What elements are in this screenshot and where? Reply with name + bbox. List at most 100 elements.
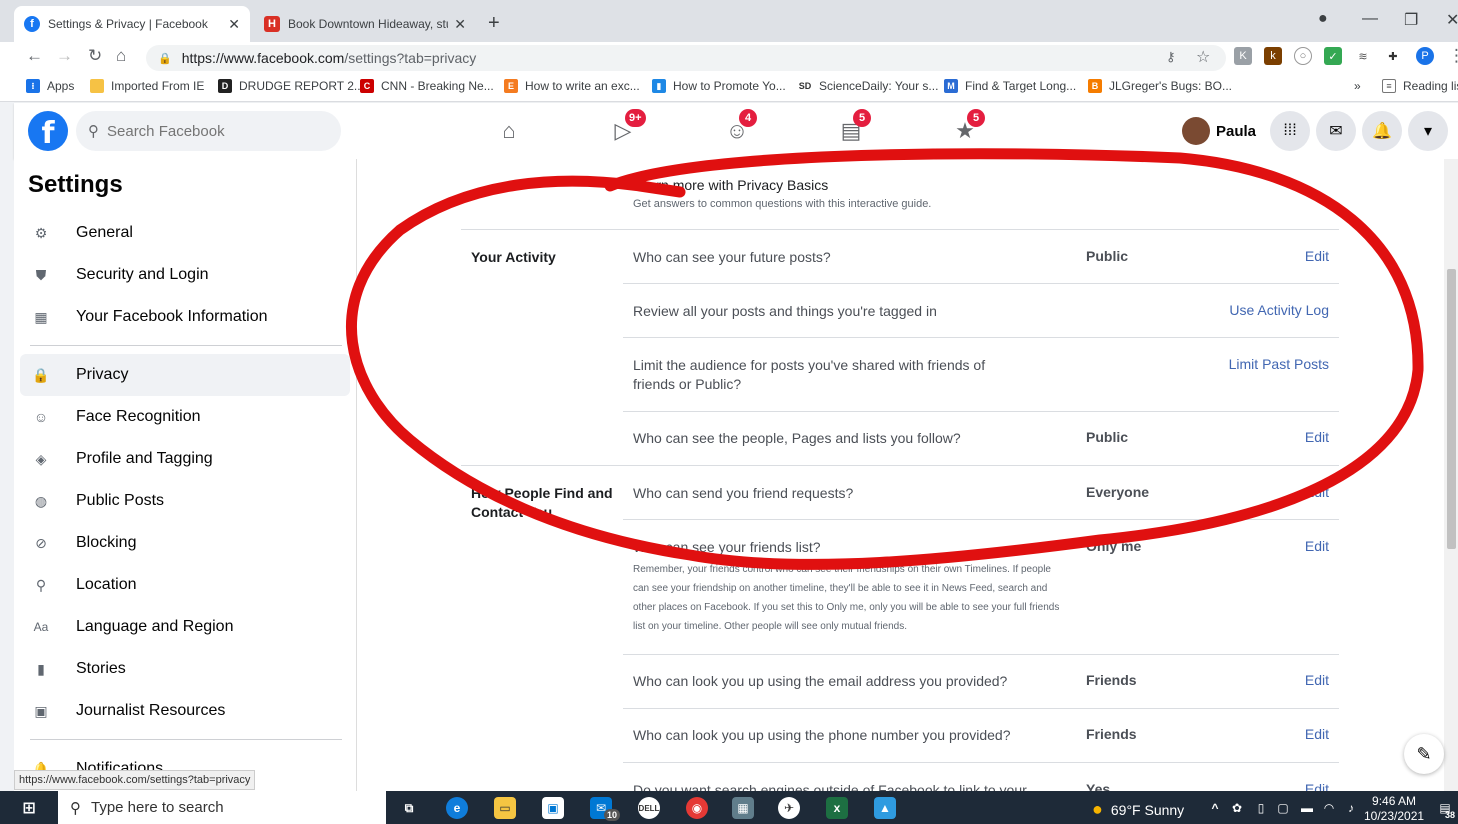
sidebar-item-stories[interactable]: ▮ Stories (20, 648, 350, 690)
notifications-bell-icon[interactable]: 🔔 (1362, 111, 1402, 151)
sidebar-item-blocking[interactable]: ⊘ Blocking (20, 522, 350, 564)
task-view-icon[interactable]: ⧉ (398, 797, 420, 819)
edge-icon[interactable]: e (446, 797, 468, 819)
sidebar-item-security[interactable]: ⛊ Security and Login (20, 254, 350, 296)
maximize-icon[interactable]: ❐ (1404, 10, 1418, 30)
excel-icon[interactable]: x (826, 797, 848, 819)
sidebar-item-public-posts[interactable]: ◍ Public Posts (20, 480, 350, 522)
extension-circle-icon[interactable]: ○ (1294, 47, 1312, 65)
search-input[interactable] (107, 122, 307, 140)
bookmark-e-icon: E (504, 79, 518, 93)
tray-chevron-icon[interactable]: ^ (1204, 797, 1226, 819)
bookmark-apps[interactable]: ⁝ Apps (26, 79, 74, 93)
url-field[interactable]: 🔒 https://www.facebook.com/settings?tab=… (146, 45, 1226, 71)
edit-friends-list-button[interactable]: Edit (1305, 538, 1329, 554)
edit-friend-requests-button[interactable]: Edit (1305, 484, 1329, 500)
extension-k-icon[interactable]: k (1264, 47, 1282, 65)
home-nav-icon[interactable]: ⌂ (489, 115, 529, 147)
tray-app-icon[interactable]: ✿ (1226, 797, 1248, 819)
menu-grid-icon[interactable]: ⁞⁞⁞ (1270, 111, 1310, 151)
bookmark-drudge[interactable]: D DRUDGE REPORT 2... (218, 79, 364, 93)
sidebar-item-face-recognition[interactable]: ☺ Face Recognition (20, 396, 350, 438)
tray-display-icon[interactable]: ▢ (1272, 797, 1294, 819)
file-explorer-icon[interactable]: ▭ (494, 797, 516, 819)
taskbar-search[interactable]: ⚲ Type here to search (58, 791, 386, 824)
close-tab-icon[interactable]: ✕ (228, 16, 240, 33)
limit-past-posts-button[interactable]: Limit Past Posts (1229, 356, 1329, 372)
sidebar-item-journalist[interactable]: ▣ Journalist Resources (20, 690, 350, 732)
key-icon[interactable]: ⚷ (1166, 49, 1176, 65)
use-activity-log-button[interactable]: Use Activity Log (1229, 302, 1329, 318)
edit-email-lookup-button[interactable]: Edit (1305, 672, 1329, 688)
block-user-icon: ⊘ (35, 534, 47, 551)
forward-icon[interactable]: → (56, 46, 73, 66)
bookmark-find-target[interactable]: M Find & Target Long... (944, 79, 1076, 93)
privacy-basics-link[interactable]: Learn more with Privacy Basics (633, 177, 828, 193)
bookmarks-overflow-icon[interactable]: » (1354, 79, 1361, 93)
gaming-nav-icon[interactable]: ★ 5 (945, 109, 985, 147)
sidebar-item-general[interactable]: ⚙ General (20, 212, 350, 254)
search-icon: ⚲ (70, 799, 81, 817)
close-window-icon[interactable]: ✕ (1446, 10, 1458, 30)
extension-icon[interactable]: K (1234, 47, 1252, 65)
back-icon[interactable]: ← (26, 46, 43, 66)
bookmark-sciencedaily[interactable]: SD ScienceDaily: Your s... (798, 79, 938, 93)
new-tab-icon[interactable]: + (488, 12, 500, 35)
calculator-icon[interactable]: ▦ (732, 797, 754, 819)
edit-follow-list-button[interactable]: Edit (1305, 429, 1329, 445)
extension-layers-icon[interactable]: ≋ (1354, 47, 1372, 65)
pages-nav-icon[interactable]: ▤ 5 (831, 109, 871, 147)
bookmark-cnn[interactable]: C CNN - Breaking Ne... (360, 79, 494, 93)
chrome-icon[interactable]: ◉ (686, 797, 708, 819)
bookmark-write[interactable]: E How to write an exc... (504, 79, 640, 93)
profile-dropdown-icon[interactable]: ● (1318, 10, 1328, 28)
sidebar-item-profile-tagging[interactable]: ◈ Profile and Tagging (20, 438, 350, 480)
minimize-icon[interactable]: — (1362, 10, 1378, 28)
sidebar-item-label: General (76, 224, 133, 241)
tray-power-icon[interactable]: ▬ (1296, 797, 1318, 819)
star-icon[interactable]: ☆ (1196, 47, 1210, 67)
extension-check-icon[interactable]: ✓ (1324, 47, 1342, 65)
store-icon[interactable]: ▣ (542, 797, 564, 819)
new-message-icon[interactable]: ✎ (1404, 734, 1444, 774)
home-icon[interactable]: ⌂ (116, 46, 126, 66)
close-tab-icon[interactable]: ✕ (454, 16, 466, 33)
bookmark-bugs[interactable]: B JLGreger's Bugs: BO... (1088, 79, 1232, 93)
sidebar-item-your-information[interactable]: ▦ Your Facebook Information (20, 296, 350, 338)
scrollbar[interactable] (1444, 159, 1458, 791)
sidebar-item-label: Security and Login (76, 266, 209, 283)
messenger-icon[interactable]: ✉ (1316, 111, 1356, 151)
bookmark-imported[interactable]: Imported From IE (90, 79, 204, 93)
search-box[interactable]: ⚲ (76, 111, 341, 151)
menu-kebab-icon[interactable]: ⋮ (1448, 46, 1458, 66)
edit-future-posts-button[interactable]: Edit (1305, 248, 1329, 264)
facebook-logo-icon[interactable]: f (28, 111, 68, 151)
windows-start-icon[interactable]: ⊞ (18, 797, 40, 819)
dell-icon[interactable]: DELL (638, 797, 660, 819)
tab-facebook-settings[interactable]: f Settings & Privacy | Facebook ✕ (14, 6, 250, 42)
profile-p-icon[interactable]: P (1416, 47, 1434, 65)
groups-nav-icon[interactable]: ☺ 4 (717, 109, 757, 147)
tab-book-hideaway[interactable]: H Book Downtown Hideaway, stud ✕ (254, 6, 476, 42)
account-dropdown-icon[interactable]: ▾ (1408, 111, 1448, 151)
launcher-icon[interactable]: ✈ (778, 797, 800, 819)
system-clock[interactable]: 9:46 AM 10/23/2021 (1364, 794, 1424, 824)
sidebar-item-location[interactable]: ⚲ Location (20, 564, 350, 606)
photos-icon[interactable]: ▲ (874, 797, 896, 819)
bookmark-promote[interactable]: ▮ How to Promote Yo... (652, 79, 786, 93)
setting-friend-requests: Who can send you friend requests? (633, 485, 854, 501)
sidebar-item-language[interactable]: Aa Language and Region (20, 606, 350, 648)
watch-nav-icon[interactable]: ▷ 9+ (603, 109, 646, 147)
edit-phone-lookup-button[interactable]: Edit (1305, 726, 1329, 742)
reading-list[interactable]: ≡ Reading lis (1382, 79, 1458, 93)
volume-icon[interactable]: ♪ (1340, 797, 1362, 819)
sidebar-item-privacy[interactable]: 🔒 Privacy (20, 354, 350, 396)
weather-widget[interactable]: ● 69°F Sunny (1092, 799, 1184, 820)
extensions-puzzle-icon[interactable]: ✚ (1384, 47, 1402, 65)
tray-battery-icon[interactable]: ▯ (1250, 797, 1272, 819)
reload-icon[interactable]: ↻ (88, 46, 102, 66)
wifi-icon[interactable]: ◠ (1318, 797, 1340, 819)
profile-link[interactable]: Paula (1182, 115, 1256, 147)
scrollbar-thumb[interactable] (1447, 269, 1456, 549)
edit-search-engines-button[interactable]: Edit (1305, 781, 1329, 791)
